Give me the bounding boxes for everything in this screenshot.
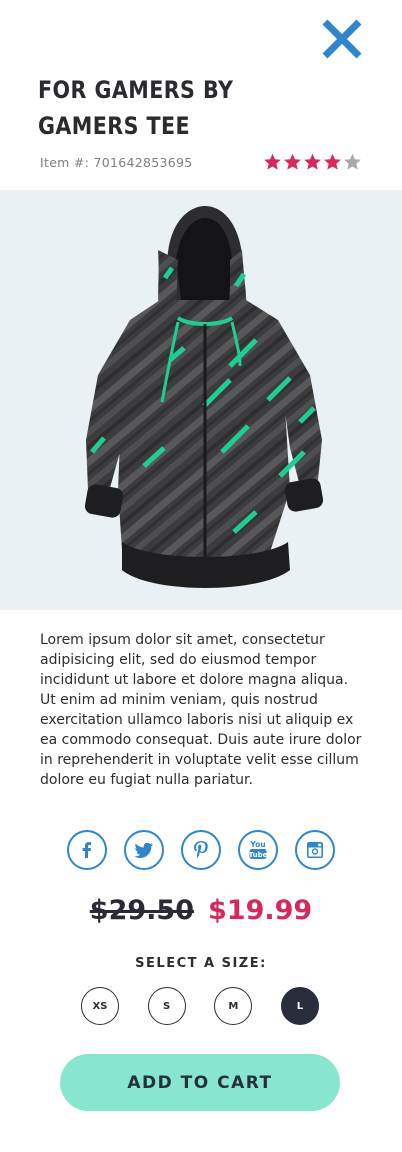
pinterest-icon — [194, 841, 208, 858]
instagram-share-button[interactable] — [295, 830, 335, 870]
size-option-s[interactable]: S — [147, 987, 186, 1025]
star-filled-icon — [264, 153, 281, 170]
instagram-icon — [307, 842, 323, 858]
svg-text:Tube: Tube — [249, 851, 268, 859]
product-image — [0, 190, 402, 610]
facebook-icon — [82, 842, 91, 858]
product-title: FOR GAMERS BY GAMERS TEE — [38, 76, 234, 140]
star-empty-icon — [344, 153, 361, 170]
twitter-icon — [134, 842, 153, 858]
youtube-icon: You Tube — [249, 840, 268, 859]
size-label: SELECT A SIZE: — [135, 956, 267, 971]
twitter-share-button[interactable] — [124, 830, 164, 870]
add-to-cart-button[interactable]: ADD TO CART — [60, 1054, 340, 1111]
facebook-share-button[interactable] — [67, 830, 107, 870]
size-option-xs[interactable]: XS — [81, 987, 119, 1025]
star-filled-icon — [284, 153, 301, 170]
price-block: $29.50 $19.99 — [0, 893, 402, 929]
size-options: XS S M L — [81, 987, 319, 1025]
youtube-share-button[interactable]: You Tube — [238, 830, 278, 870]
star-filled-icon — [324, 153, 341, 170]
social-share-row: You Tube — [67, 830, 335, 870]
product-description: Lorem ipsum dolor sit amet, consectetur … — [40, 632, 362, 788]
size-option-l[interactable]: L — [280, 987, 319, 1025]
hoodie-illustration — [84, 206, 324, 588]
close-button[interactable] — [320, 18, 364, 60]
size-option-m[interactable]: M — [214, 987, 253, 1025]
item-number: Item #: 701642853695 — [40, 155, 193, 170]
svg-text:You: You — [249, 840, 265, 849]
item-meta-row: Item #: 701642853695 — [40, 152, 362, 174]
star-filled-icon — [304, 153, 321, 170]
original-price: $29.50 — [89, 895, 194, 926]
close-icon — [322, 19, 362, 59]
sale-price: $19.99 — [208, 895, 313, 926]
rating-stars — [263, 152, 362, 172]
pinterest-share-button[interactable] — [181, 830, 221, 870]
